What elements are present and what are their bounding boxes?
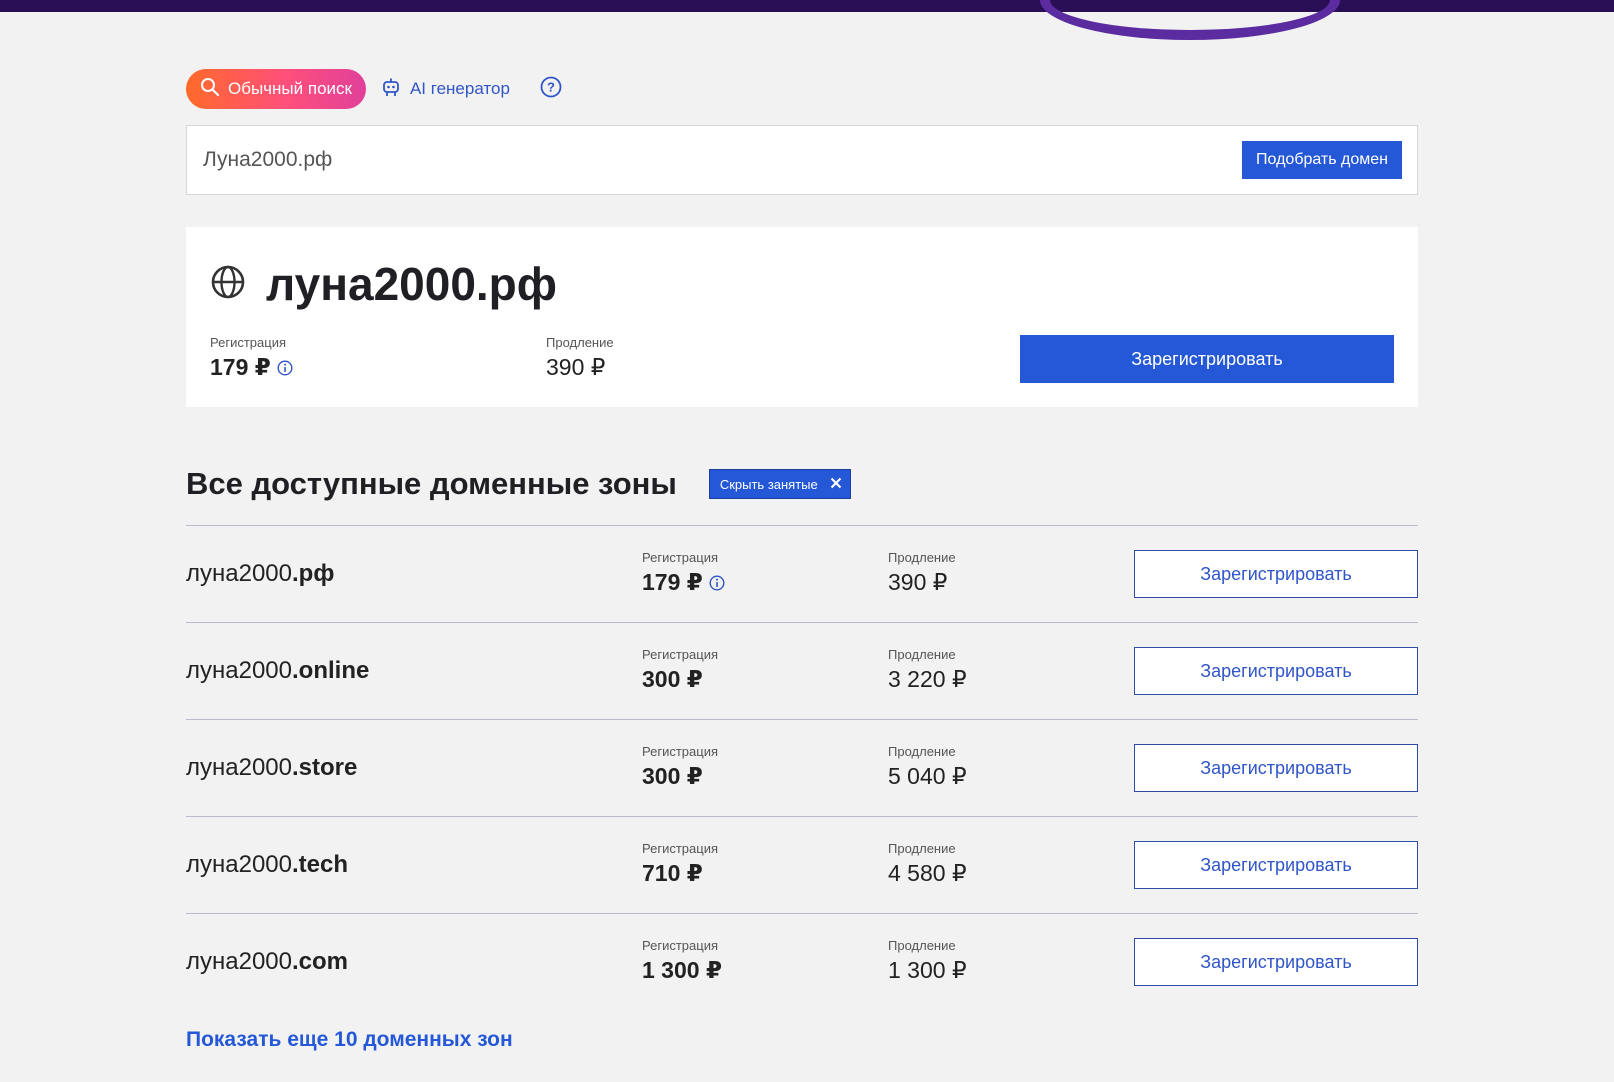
zone-registration: Регистрация 710 ₽	[642, 841, 718, 887]
registration-label: Регистрация	[642, 841, 718, 856]
renewal-price: 390 ₽	[546, 354, 606, 380]
zone-registration: Регистрация 300 ₽	[642, 647, 718, 693]
registration-price: 300 ₽	[642, 763, 703, 789]
renewal-label: Продление	[888, 647, 956, 662]
registration-label: Регистрация	[642, 938, 718, 953]
search-box: Подобрать домен	[186, 125, 1418, 195]
globe-icon	[210, 264, 246, 305]
zone-renewal: Продление 1 300 ₽	[888, 938, 967, 984]
register-button[interactable]: Зарегистрировать	[1134, 550, 1418, 598]
renewal-price: 4 580 ₽	[888, 860, 967, 886]
zone-domain-name: луна2000.tech	[186, 851, 349, 878]
renewal-price: 390 ₽	[888, 569, 948, 595]
registration-label: Регистрация	[642, 744, 718, 759]
registration-label: Регистрация	[210, 335, 286, 350]
show-more-zones-link[interactable]: Показать еще 10 доменных зон	[186, 1028, 513, 1052]
zone-row: луна2000.рф Регистрация 179 ₽ Продление …	[186, 525, 1418, 622]
registration-price: 179 ₽	[210, 354, 271, 380]
svg-text:?: ?	[547, 79, 555, 94]
close-icon[interactable]	[830, 477, 842, 492]
featured-renewal: Продление 390 ₽	[546, 335, 614, 381]
renewal-label: Продление	[888, 841, 956, 856]
ai-generator-label: AI генератор	[409, 79, 510, 98]
zone-row: луна2000.com Регистрация 1 300 ₽ Продлен…	[186, 913, 1418, 1010]
info-icon[interactable]	[709, 574, 725, 591]
zones-title: Все доступные доменные зоны	[186, 466, 677, 501]
zones-header: Все доступные доменные зоны Скрыть занят…	[186, 466, 851, 502]
renewal-price: 3 220 ₽	[888, 666, 967, 692]
regular-search-tab[interactable]: Обычный поиск	[186, 69, 366, 109]
zone-domain-name: луна2000.com	[186, 948, 349, 975]
registration-price: 179 ₽	[642, 569, 703, 595]
register-button[interactable]: Зарегистрировать	[1134, 841, 1418, 889]
question-circle-icon: ?	[540, 76, 562, 103]
zone-renewal: Продление 390 ₽	[888, 550, 956, 596]
zone-renewal: Продление 4 580 ₽	[888, 841, 967, 887]
renewal-label: Продление	[546, 335, 614, 350]
renewal-price: 5 040 ₽	[888, 763, 967, 789]
zone-domain-name: луна2000.рф	[186, 560, 335, 587]
zone-domain-name: луна2000.store	[186, 754, 358, 781]
top-banner-bar	[0, 0, 1614, 12]
zone-row: луна2000.tech Регистрация 710 ₽ Продлени…	[186, 816, 1418, 913]
registration-price: 710 ₽	[642, 860, 703, 886]
featured-domain-name: луна2000.рф	[266, 258, 558, 310]
featured-domain-card: луна2000.рф Регистрация 179 ₽ Продление …	[186, 227, 1418, 407]
zone-renewal: Продление 5 040 ₽	[888, 744, 967, 790]
zone-registration: Регистрация 179 ₽	[642, 550, 725, 596]
zone-row: луна2000.online Регистрация 300 ₽ Продле…	[186, 622, 1418, 719]
hide-taken-label: Скрыть занятые	[719, 476, 818, 492]
zone-list: луна2000.рф Регистрация 179 ₽ Продление …	[186, 525, 1418, 1010]
register-button[interactable]: Зарегистрировать	[1134, 647, 1418, 695]
renewal-price: 1 300 ₽	[888, 957, 967, 983]
info-icon[interactable]	[277, 359, 293, 376]
register-button[interactable]: Зарегистрировать	[1134, 744, 1418, 792]
registration-price: 1 300 ₽	[642, 957, 722, 983]
regular-search-label: Обычный поиск	[228, 79, 352, 98]
search-mode-switcher: Обычный поиск AI генератор ?	[186, 69, 562, 109]
featured-register-button[interactable]: Зарегистрировать	[1020, 335, 1394, 383]
decorative-ring	[1040, 0, 1340, 40]
registration-label: Регистрация	[642, 647, 718, 662]
help-button[interactable]: ?	[540, 76, 562, 103]
featured-registration: Регистрация 179 ₽	[210, 335, 293, 381]
featured-domain-title: луна2000.рф	[210, 257, 557, 311]
zone-renewal: Продление 3 220 ₽	[888, 647, 967, 693]
renewal-label: Продление	[888, 744, 956, 759]
domain-search-input[interactable]	[203, 148, 1103, 172]
zone-registration: Регистрация 1 300 ₽	[642, 938, 722, 984]
renewal-label: Продление	[888, 550, 956, 565]
find-domain-button[interactable]: Подобрать домен	[1242, 141, 1402, 179]
zone-domain-name: луна2000.online	[186, 657, 370, 684]
search-icon	[200, 77, 220, 102]
registration-label: Регистрация	[642, 550, 718, 565]
registration-price: 300 ₽	[642, 666, 703, 692]
renewal-label: Продление	[888, 938, 956, 953]
register-button[interactable]: Зарегистрировать	[1134, 938, 1418, 986]
hide-taken-filter-chip[interactable]: Скрыть занятые	[708, 469, 851, 499]
ai-generator-tab[interactable]: AI генератор	[382, 77, 510, 102]
zone-registration: Регистрация 300 ₽	[642, 744, 718, 790]
robot-icon	[382, 77, 400, 102]
zone-row: луна2000.store Регистрация 300 ₽ Продлен…	[186, 719, 1418, 816]
